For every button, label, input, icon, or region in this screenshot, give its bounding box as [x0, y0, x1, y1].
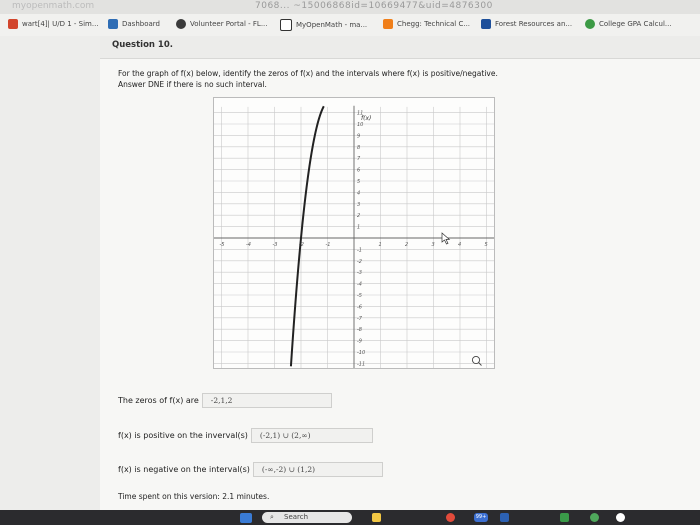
bookmark-0[interactable]: wart[4]| U/D 1 - Sim...	[8, 19, 99, 29]
x-tick-label: -5	[220, 242, 225, 248]
search-label: Search	[284, 513, 309, 521]
prompt-line-2: Answer DNE if there is no such interval.	[118, 80, 267, 89]
bookmark-2[interactable]: Volunteer Portal - FL...	[176, 19, 268, 29]
y-tick-label: -8	[357, 327, 362, 333]
excel-icon[interactable]	[560, 513, 569, 522]
windows-start-icon[interactable]	[240, 513, 252, 523]
y-tick-label: -9	[357, 339, 362, 345]
mouse-cursor-icon	[441, 232, 451, 245]
x-tick-label: -4	[246, 242, 251, 248]
negative-row: f(x) is negative on the interval(s) (-∞,…	[118, 462, 383, 477]
question-title: Question 10.	[112, 40, 173, 50]
search-icon: ⌕	[270, 513, 274, 521]
bookmark-icon	[8, 19, 18, 29]
y-tick-label: 5	[357, 179, 360, 185]
notification-badge[interactable]: 99+	[474, 513, 488, 522]
chrome-icon[interactable]	[446, 513, 455, 522]
bookmark-icon	[585, 19, 595, 29]
negative-answer-field[interactable]: (-∞,-2) ∪ (1,2)	[252, 462, 383, 477]
taskbar-app-icon[interactable]	[616, 513, 625, 522]
zeros-answer-field[interactable]: -2,1,2	[201, 393, 332, 408]
left-gutter	[0, 36, 100, 513]
y-tick-label: 10	[357, 122, 363, 128]
bookmark-label: wart[4]| U/D 1 - Sim...	[22, 20, 99, 28]
bookmark-5[interactable]: Forest Resources an...	[481, 19, 572, 29]
bookmark-1[interactable]: Dashboard	[108, 19, 160, 29]
bookmark-label: Forest Resources an...	[495, 20, 573, 28]
zeros-label: The zeros of f(x) are	[118, 396, 199, 405]
magnify-icon	[471, 355, 482, 366]
taskbar-app-icon[interactable]	[372, 513, 381, 522]
time-spent-text: Time spent on this version: 2.1 minutes.	[118, 492, 270, 501]
positive-answer-field[interactable]: (-2,1) ∪ (2,∞)	[250, 428, 373, 443]
bookmark-icon	[108, 19, 118, 29]
taskbar: ⌕ Search 99+	[0, 510, 700, 525]
y-tick-label: -1	[357, 247, 362, 253]
y-tick-label: 3	[357, 202, 360, 208]
bookmark-label: College GPA Calcul...	[599, 20, 672, 28]
bookmark-label: Chegg: Technical C...	[397, 20, 471, 28]
x-tick-label: 5	[485, 242, 488, 248]
y-tick-label: 4	[357, 190, 360, 196]
y-tick-label: 6	[357, 168, 360, 174]
bookmark-icon	[176, 19, 186, 29]
y-tick-label: -5	[357, 293, 362, 299]
positive-row: f(x) is positive on the inverval(s) (-2,…	[118, 428, 373, 443]
zeros-row: The zeros of f(x) are -2,1,2	[118, 393, 332, 408]
y-tick-label: -2	[357, 259, 362, 265]
word-icon[interactable]	[500, 513, 509, 522]
y-tick-label: -3	[357, 270, 362, 276]
y-tick-label: 9	[357, 133, 360, 139]
question-prompt: For the graph of f(x) below, identify th…	[118, 68, 498, 90]
question-header: Question 10.	[100, 36, 700, 59]
y-tick-label: 1	[357, 225, 360, 231]
bookmark-3[interactable]: MyOpenMath - ma...	[280, 19, 367, 31]
x-tick-label: -3	[273, 242, 278, 248]
x-tick-label: 3	[432, 242, 435, 248]
bookmark-icon	[280, 19, 292, 31]
graph-axes	[213, 105, 495, 371]
function-label: f(x)	[361, 115, 371, 122]
bookmark-label: Volunteer Portal - FL...	[190, 20, 268, 28]
bookmark-6[interactable]: College GPA Calcul...	[585, 19, 672, 29]
y-tick-labels: 1110987654321-1-2-3-4-5-6-7-8-9-10-11	[357, 111, 365, 368]
y-tick-label: 2	[357, 213, 360, 219]
y-tick-label: 8	[357, 145, 360, 151]
taskbar-search[interactable]: ⌕ Search	[262, 512, 352, 523]
prompt-line-1: For the graph of f(x) below, identify th…	[118, 69, 498, 78]
y-tick-label: -11	[357, 361, 365, 367]
graph-svg: -5 -4 -3 -2 -1 1 2 3 4 5 1110987654321-1-2-3-4-5-…	[213, 105, 495, 371]
x-tick-label: -1	[326, 242, 331, 248]
y-tick-label: -7	[357, 316, 363, 322]
y-tick-label: 7	[357, 156, 361, 162]
bookmark-icon	[481, 19, 491, 29]
y-tick-label: -6	[357, 304, 362, 310]
x-tick-label: 4	[458, 242, 461, 248]
positive-label: f(x) is positive on the inverval(s)	[118, 431, 248, 440]
url-text: 7068... ~15006868id=10669477&uid=4876300	[255, 1, 493, 11]
bookmarks-bar: wart[4]| U/D 1 - Sim... Dashboard Volunt…	[0, 14, 700, 37]
address-bar-strip[interactable]: myopenmath.com 7068... ~15006868id=10669…	[0, 0, 700, 14]
function-curve	[289, 105, 325, 367]
y-tick-label: -4	[357, 282, 362, 288]
x-tick-label: 2	[405, 242, 408, 248]
bookmark-label: Dashboard	[122, 20, 160, 28]
bookmark-label: MyOpenMath - ma...	[296, 21, 368, 29]
bookmark-icon	[383, 19, 393, 29]
x-tick-label: 1	[379, 242, 382, 248]
negative-label: f(x) is negative on the interval(s)	[118, 465, 250, 474]
tab-title-fragment: myopenmath.com	[12, 1, 95, 11]
taskbar-app-icon[interactable]	[590, 513, 599, 522]
function-graph: -5 -4 -3 -2 -1 1 2 3 4 5 11 10 9 8 7 6 5 4 3 2 1 -1 -2 -3 -4 -5-…	[213, 97, 495, 371]
bookmark-4[interactable]: Chegg: Technical C...	[383, 19, 470, 29]
y-tick-label: -10	[357, 350, 365, 356]
